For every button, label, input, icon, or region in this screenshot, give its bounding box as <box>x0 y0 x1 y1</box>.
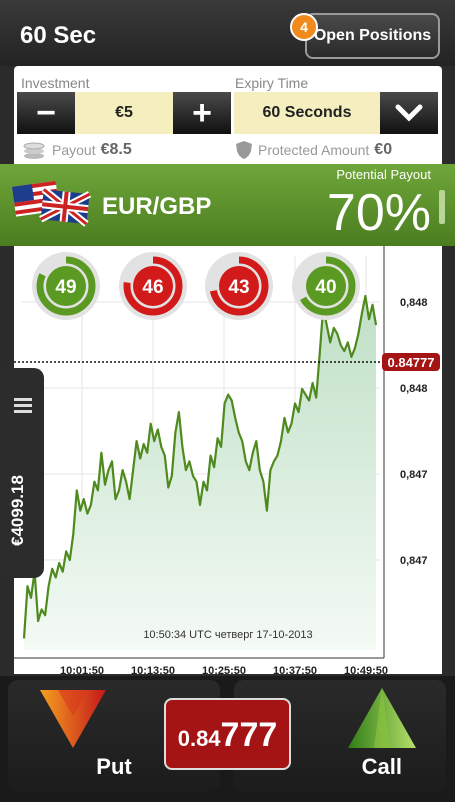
price-prefix: 0.84 <box>177 726 221 751</box>
page-title: 60 Sec <box>20 22 97 49</box>
x-tick-label: 10:13:50 <box>131 665 175 674</box>
price-area-fill <box>24 296 376 650</box>
shield-icon <box>236 141 252 159</box>
y-tick-label: 0,847 <box>400 555 428 567</box>
timer-value: 43 <box>228 277 249 298</box>
x-tick-label: 10:25:50 <box>202 665 246 674</box>
asset-pair: EUR/GBP <box>102 193 212 220</box>
y-tick-label: 0,848 <box>400 297 428 309</box>
put-arrow-down-icon <box>40 690 106 748</box>
menu-icon[interactable] <box>14 398 32 416</box>
x-tick-label: 10:37:50 <box>273 665 317 674</box>
open-positions-button[interactable]: Open Positions <box>305 13 440 59</box>
protected-amount-label: Protected Amount <box>258 142 370 158</box>
chart-timestamp: 10:50:34 UTC четверг 17-10-2013 <box>143 629 312 641</box>
us-uk-flags-icon <box>12 180 92 227</box>
investment-label: Investment <box>21 75 90 91</box>
increase-investment-button[interactable]: + <box>173 92 231 134</box>
decrease-investment-button[interactable]: − <box>17 92 75 134</box>
current-price-label: 0.84777 <box>388 355 435 370</box>
timer-value: 49 <box>55 277 76 298</box>
chevron-down-icon <box>395 104 423 122</box>
protected-amount-info: Protected Amount €0 <box>235 140 392 160</box>
call-arrow-up-icon <box>348 688 416 748</box>
payout-info: Payout €8.5 <box>21 140 132 160</box>
protected-amount-value: €0 <box>374 141 393 158</box>
trade-settings-panel: Investment Expiry Time − €5 + 60 Seconds… <box>14 66 442 166</box>
open-positions-count-badge: 4 <box>290 13 318 41</box>
payout-value: €8.5 <box>100 141 132 158</box>
expiry-dropdown-button[interactable] <box>380 92 438 134</box>
account-balance: €4099.18 <box>8 475 27 546</box>
x-tick-label: 10:49:50 <box>344 665 388 674</box>
price-suffix: 777 <box>220 716 278 754</box>
x-tick-label: 10:01:50 <box>60 665 104 674</box>
expiry-time-select[interactable]: 60 Seconds <box>234 92 380 134</box>
payout-label: Payout <box>52 142 96 158</box>
current-price-display: 0.84 777 <box>164 698 291 770</box>
y-tick-label: 0,847 <box>400 469 428 481</box>
investment-amount-field[interactable]: €5 <box>75 92 173 134</box>
timer-value: 40 <box>315 277 336 298</box>
timer-value: 46 <box>142 277 163 298</box>
potential-payout-value: 70% <box>326 184 431 242</box>
open-positions-label: Open Positions <box>313 27 432 44</box>
coins-icon <box>23 142 45 159</box>
expiry-label: Expiry Time <box>235 75 309 91</box>
price-chart: 0.84777 0,848 0,848 0,847 0,847 10:01:50 10:13… <box>14 246 440 674</box>
potential-payout-label: Potential Payout <box>336 167 431 182</box>
scroll-handle[interactable] <box>439 190 445 224</box>
y-tick-label: 0,848 <box>400 383 428 395</box>
